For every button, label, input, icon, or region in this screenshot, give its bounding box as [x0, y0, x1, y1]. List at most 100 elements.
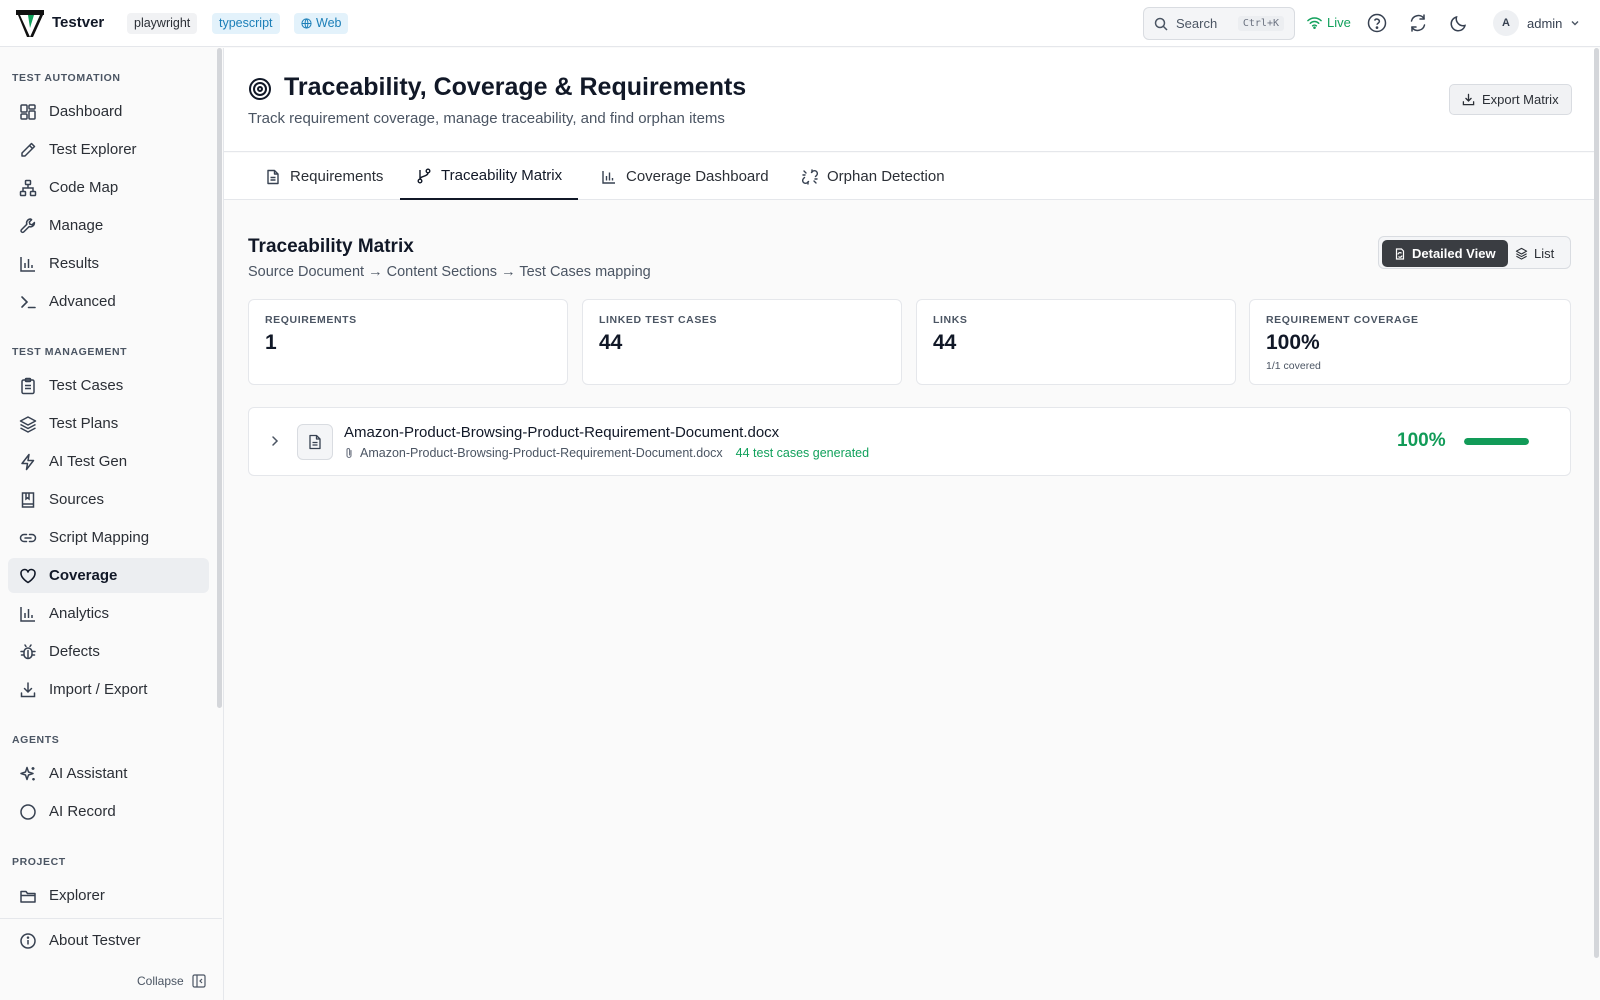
generated-count: 44 test cases generated: [735, 446, 870, 460]
language-chip: typescript: [212, 13, 280, 34]
sidebar-item-test-cases[interactable]: Test Cases: [8, 368, 209, 403]
sidebar-item-label: Import / Export: [49, 681, 148, 698]
sidebar-item-sources[interactable]: Sources: [8, 482, 209, 517]
search-button[interactable]: Search Ctrl+K: [1143, 7, 1295, 40]
tab-label: Traceability Matrix: [441, 167, 563, 184]
info-icon: [20, 932, 36, 949]
bar-chart-icon: [20, 256, 35, 272]
dark-mode-icon[interactable]: [1449, 13, 1469, 33]
list-view-button[interactable]: List: [1515, 240, 1554, 267]
coverage-percent: 100%: [1397, 430, 1446, 451]
sidebar-item-label: Explorer: [49, 887, 105, 904]
stat-card-linked-test-cases: LINKED TEST CASES 44: [582, 299, 902, 385]
sidebar-item-defects[interactable]: Defects: [8, 634, 209, 669]
chevron-right-icon[interactable]: [268, 434, 282, 448]
export-matrix-button[interactable]: Export Matrix: [1449, 84, 1572, 115]
sidebar-item-import-export[interactable]: Import / Export: [8, 672, 209, 707]
sidebar-item-test-explorer[interactable]: Test Explorer: [8, 132, 209, 167]
sidebar-item-explorer[interactable]: Explorer: [8, 878, 209, 913]
collapse-button[interactable]: Collapse: [137, 974, 206, 988]
tab-orphan-detection[interactable]: Orphan Detection: [802, 153, 945, 200]
layers-icon: [1515, 247, 1528, 260]
sidebar-item-coverage[interactable]: Coverage: [8, 558, 209, 593]
tab-traceability-matrix[interactable]: Traceability Matrix: [400, 153, 579, 200]
coverage-progress-bar: [1464, 438, 1529, 445]
globe-icon: [301, 18, 312, 29]
tab-requirements[interactable]: Requirements: [265, 153, 383, 200]
platform-chip: Web: [294, 13, 349, 34]
link-icon: [19, 533, 37, 542]
stat-label: REQUIREMENT COVERAGE: [1266, 314, 1419, 326]
sidebar-item-label: Coverage: [49, 567, 118, 584]
platform-chip-label: Web: [316, 16, 342, 30]
document-thumbnail: [297, 424, 333, 460]
bar-chart-icon: [20, 606, 35, 622]
unlink-icon: [802, 168, 818, 185]
live-status[interactable]: Live: [1307, 15, 1351, 30]
section-agents: AGENTS: [12, 734, 60, 746]
sidebar-scrollbar[interactable]: [217, 48, 222, 708]
requirement-name[interactable]: Amazon-Product-Browsing-Product-Requirem…: [344, 424, 779, 441]
sidebar-item-results[interactable]: Results: [8, 246, 209, 281]
sidebar-item-label: Sources: [49, 491, 105, 508]
user-name: admin: [1527, 15, 1563, 31]
export-matrix-label: Export Matrix: [1482, 92, 1559, 107]
top-bar: Testver playwright typescript Web Search…: [0, 0, 1600, 47]
user-menu[interactable]: A admin: [1493, 10, 1580, 36]
stat-label: LINKS: [933, 314, 968, 326]
terminal-icon: [21, 295, 36, 308]
main-content: Traceability, Coverage & Requirements Tr…: [224, 48, 1600, 1000]
matrix-title: Traceability Matrix: [248, 236, 414, 257]
tab-label: Coverage Dashboard: [626, 168, 769, 185]
matrix-subtitle: Source Document → Content Sections → Tes…: [248, 264, 651, 280]
sidebar-item-label: Test Plans: [49, 415, 119, 432]
stat-label: LINKED TEST CASES: [599, 314, 718, 326]
main-scrollbar[interactable]: [1594, 48, 1599, 958]
attachment-name: Amazon-Product-Browsing-Product-Requirem…: [360, 446, 723, 460]
download-icon: [20, 681, 36, 697]
refresh-icon[interactable]: [1408, 13, 1428, 33]
sidebar-item-analytics[interactable]: Analytics: [8, 596, 209, 631]
list-view-label: List: [1534, 246, 1555, 261]
sidebar-item-label: AI Assistant: [49, 765, 128, 782]
sidebar-item-dashboard[interactable]: Dashboard: [8, 94, 209, 129]
tab-coverage-dashboard[interactable]: Coverage Dashboard: [601, 153, 769, 200]
sidebar-item-code-map[interactable]: Code Map: [8, 170, 209, 205]
page-header: Traceability, Coverage & Requirements Tr…: [224, 48, 1596, 152]
heart-icon: [20, 568, 36, 583]
refresh-doc-icon: [1395, 247, 1405, 260]
search-shortcut: Ctrl+K: [1237, 16, 1284, 31]
sidebar-item-ai-record[interactable]: AI Record: [8, 794, 209, 829]
sidebar-item-ai-test-gen[interactable]: AI Test Gen: [8, 444, 209, 479]
sidebar-item-label: AI Record: [49, 803, 116, 820]
sidebar-item-label: AI Test Gen: [49, 453, 128, 470]
tab-label: Orphan Detection: [827, 168, 945, 185]
help-icon[interactable]: [1367, 13, 1387, 33]
about-button[interactable]: About Testver: [8, 923, 209, 958]
sidebar-item-label: Defects: [49, 643, 100, 660]
section-test-management: TEST MANAGEMENT: [12, 346, 128, 358]
requirement-row[interactable]: Amazon-Product-Browsing-Product-Requirem…: [248, 407, 1571, 476]
testver-logo-icon[interactable]: [16, 10, 44, 37]
sidebar-item-advanced[interactable]: Advanced: [8, 284, 209, 319]
detailed-view-button[interactable]: Detailed View: [1382, 240, 1508, 267]
page-subtitle: Track requirement coverage, manage trace…: [248, 110, 725, 127]
sidebar-item-ai-assistant[interactable]: AI Assistant: [8, 756, 209, 791]
stat-note: 1/1 covered: [1266, 360, 1321, 372]
live-label: Live: [1327, 15, 1351, 30]
sidebar-item-manage[interactable]: Manage: [8, 208, 209, 243]
sidebar-item-label: Advanced: [49, 293, 116, 310]
view-toggle: Detailed View List: [1378, 236, 1571, 269]
stat-value: 44: [933, 331, 957, 354]
sidebar-footer-divider: [0, 918, 222, 919]
clipboard-icon: [21, 377, 35, 394]
section-project: PROJECT: [12, 856, 66, 868]
document-icon: [309, 434, 321, 450]
sidebar-item-test-plans[interactable]: Test Plans: [8, 406, 209, 441]
bug-icon: [20, 643, 36, 659]
stat-label: REQUIREMENTS: [265, 314, 357, 326]
sidebar-item-script-mapping[interactable]: Script Mapping: [8, 520, 209, 555]
stat-card-requirement-coverage: REQUIREMENT COVERAGE 100% 1/1 covered: [1249, 299, 1571, 385]
app-name[interactable]: Testver: [52, 14, 104, 31]
stat-value: 44: [599, 331, 623, 354]
